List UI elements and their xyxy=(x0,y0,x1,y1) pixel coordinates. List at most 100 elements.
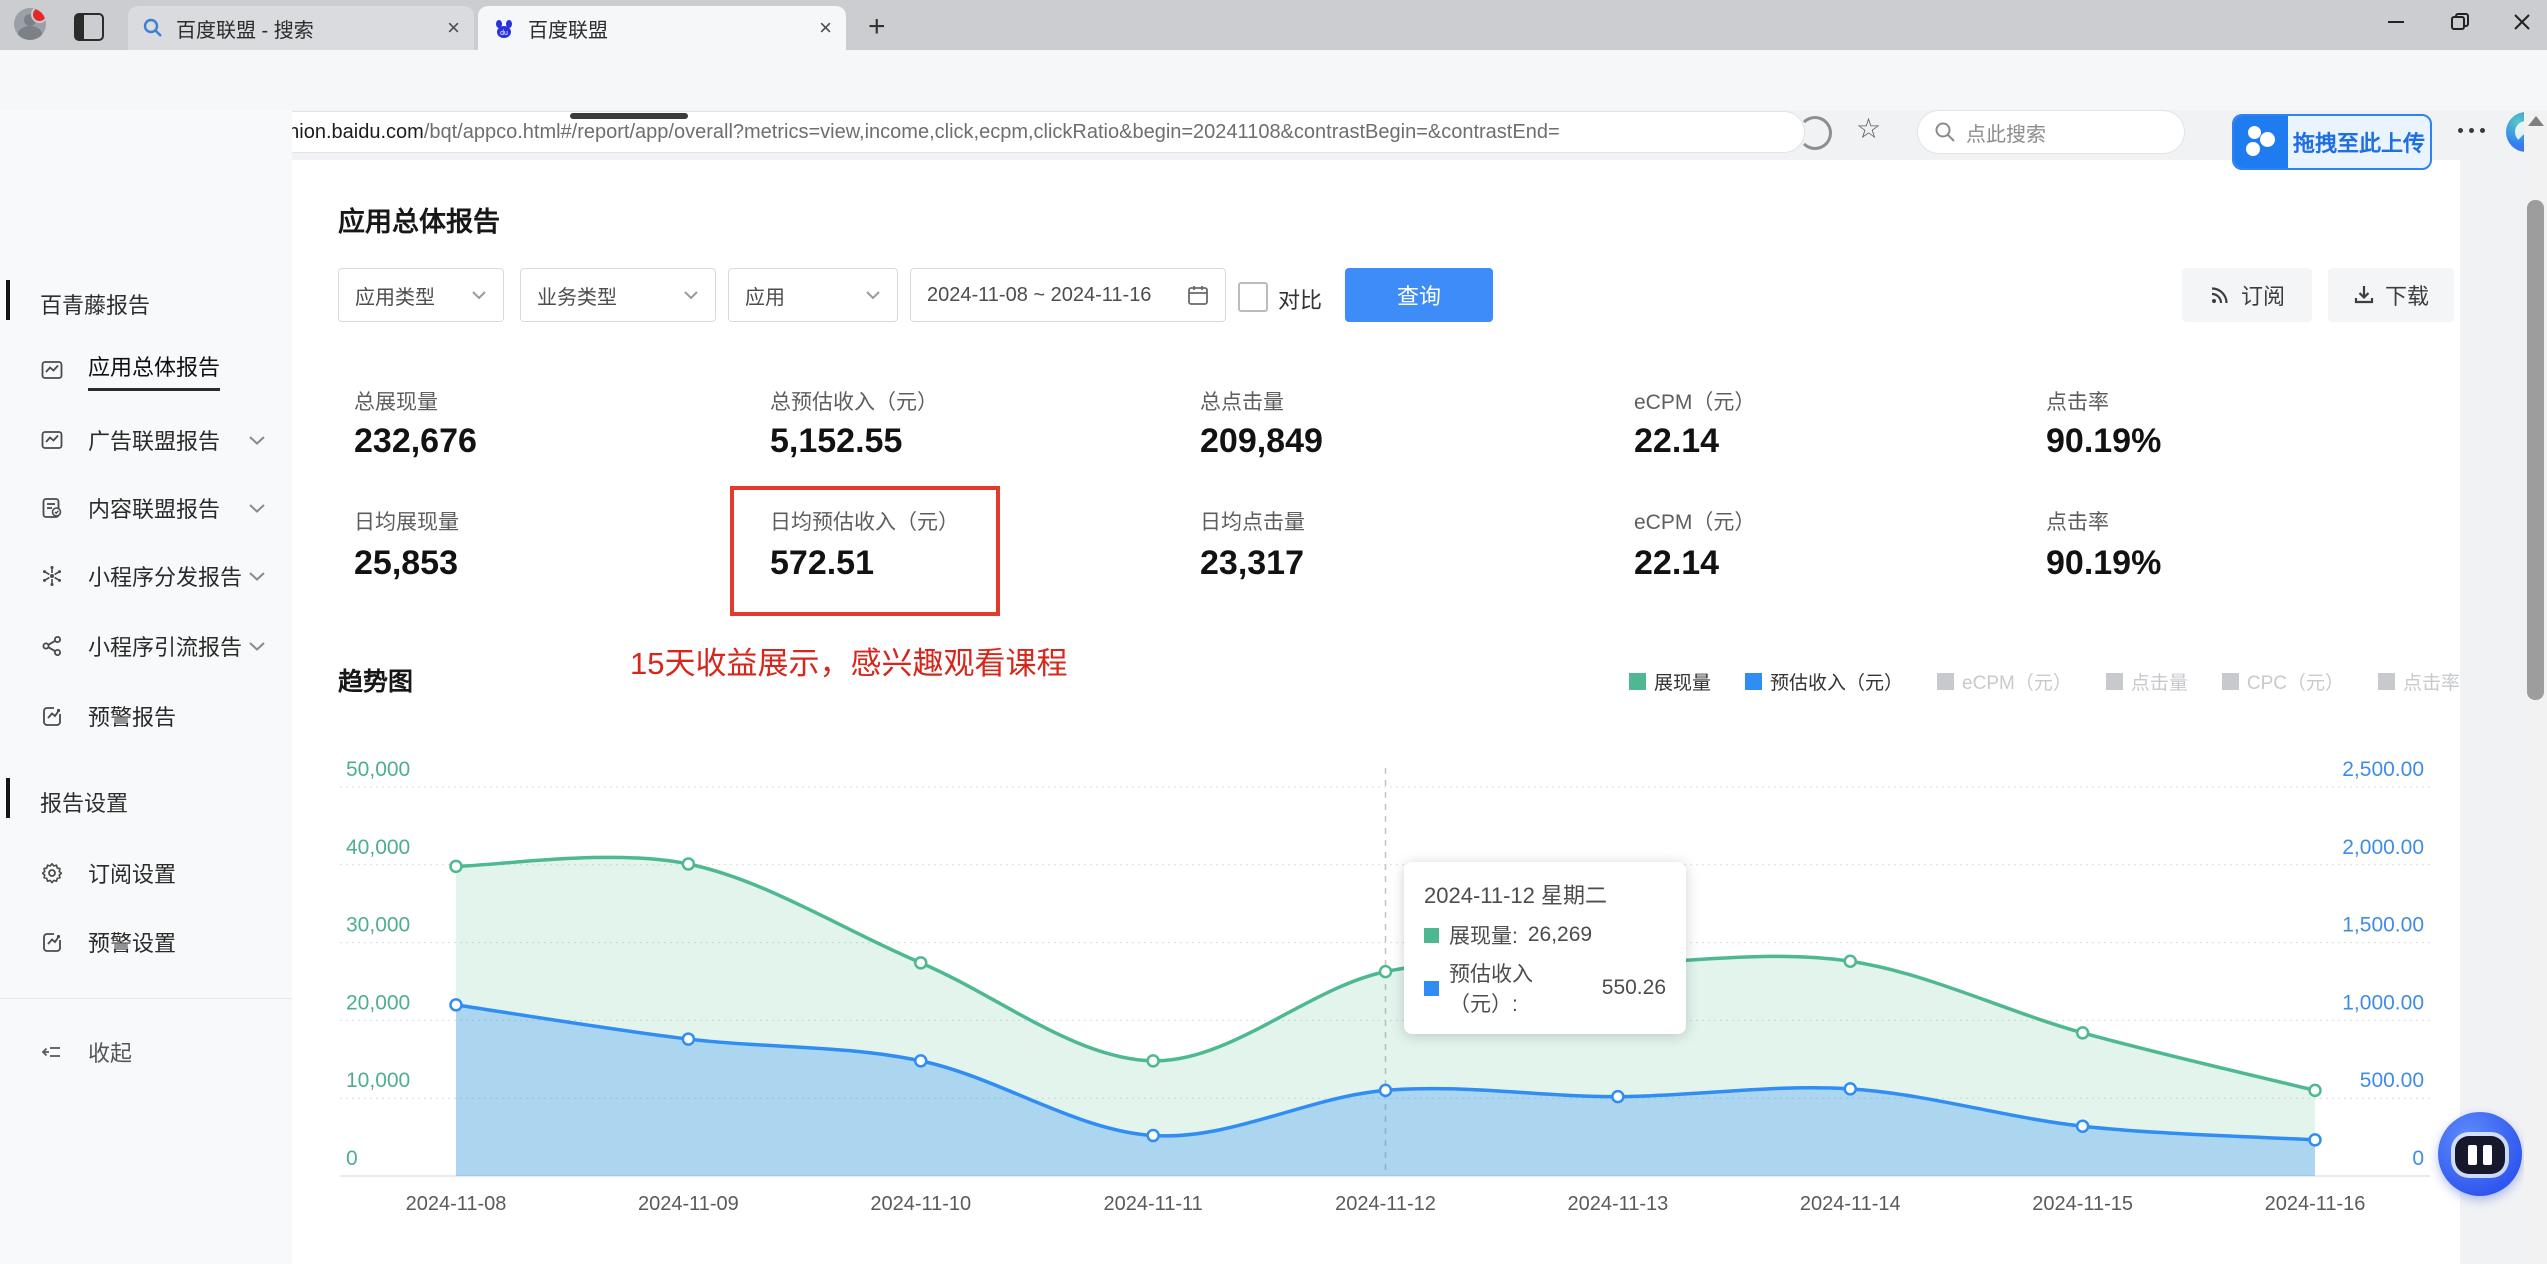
group-accent-bar xyxy=(6,778,10,818)
svg-text:2024-11-09: 2024-11-09 xyxy=(638,1193,739,1215)
legend-item-view[interactable]: 展现量 xyxy=(1629,668,1711,695)
svg-text:2024-11-15: 2024-11-15 xyxy=(2032,1193,2133,1215)
svg-text:2024-11-12: 2024-11-12 xyxy=(1335,1193,1436,1215)
group-accent-bar xyxy=(6,280,10,320)
rss-icon xyxy=(2211,287,2228,304)
legend-item-click[interactable]: 点击量 xyxy=(2105,668,2188,695)
query-button[interactable]: 查询 xyxy=(1345,268,1493,322)
netdisk-upload-badge[interactable]: 拖拽至此上传 xyxy=(2232,114,2432,170)
alert-report-icon xyxy=(43,933,61,952)
sidebar-collapse-button[interactable]: 收起 xyxy=(0,1017,292,1087)
biz-type-select[interactable]: 业务类型 xyxy=(520,268,716,322)
upload-badge-label: 拖拽至此上传 xyxy=(2292,131,2425,156)
notification-dot xyxy=(31,8,46,23)
stat-label: 点击率 xyxy=(2046,391,2109,414)
tab-title: 百度联盟 - 搜索 xyxy=(176,19,314,42)
subscribe-label: 订阅 xyxy=(2240,284,2285,309)
svg-text:2024-11-11: 2024-11-11 xyxy=(1103,1193,1202,1215)
floating-assistant-button[interactable] xyxy=(2438,1112,2522,1196)
svg-text:20,000: 20,000 xyxy=(346,991,410,1014)
search-favicon-icon xyxy=(143,18,162,37)
sidebar-item-content-union-report[interactable]: 内容联盟报告 xyxy=(0,473,292,543)
app-select[interactable]: 应用 xyxy=(728,268,898,322)
scrollbar-up-arrow[interactable] xyxy=(2528,116,2544,126)
legend-swatch xyxy=(2105,673,2123,690)
browser-tab-search[interactable]: 百度联盟 - 搜索 × xyxy=(128,6,474,50)
legend-swatch xyxy=(1937,673,1955,690)
app-type-select[interactable]: 应用类型 xyxy=(338,268,504,322)
stat-label: 日均点击量 xyxy=(1200,511,1305,534)
tab-indicator-bar xyxy=(570,113,688,119)
sidebar-item-miniapp-distribution-report[interactable]: 小程序分发报告 xyxy=(0,541,292,611)
sidebar-item-label: 预警设置 xyxy=(88,931,177,956)
reader-mode-icon[interactable] xyxy=(1798,116,1832,150)
tooltip-label: 预估收入（元）: xyxy=(1449,963,1533,1016)
favorite-star-icon[interactable]: ☆ xyxy=(1856,112,1881,145)
browser-tab-baidu-union[interactable]: du 百度联盟 × xyxy=(478,6,846,50)
window-minimize-button[interactable] xyxy=(2368,0,2424,44)
stat-label: 总预估收入（元） xyxy=(770,391,938,414)
profile-avatar[interactable] xyxy=(14,8,46,40)
sidebar-item-ad-union-report[interactable]: 广告联盟报告 xyxy=(0,405,292,475)
date-range-picker[interactable]: 2024-11-08 ~ 2024-11-16 xyxy=(910,268,1226,322)
svg-text:2,000.00: 2,000.00 xyxy=(2342,836,2424,859)
address-bar[interactable]: https://union.baidu.com/bqt/appco.html#/… xyxy=(160,111,1805,153)
browser-menu-icon[interactable] xyxy=(2458,128,2485,133)
sidebar-item-label: 小程序引流报告 xyxy=(88,635,243,660)
svg-text:1,500.00: 1,500.00 xyxy=(2342,914,2424,937)
legend-item-cpc[interactable]: CPC（元） xyxy=(2221,668,2344,695)
sidebar-item-app-overall-report[interactable]: 应用总体报告 xyxy=(0,335,292,405)
subscribe-button[interactable]: 订阅 xyxy=(2182,268,2312,322)
legend-item-income[interactable]: 预估收入（元） xyxy=(1745,668,1903,695)
page-title: 应用总体报告 xyxy=(338,207,500,237)
calendar-icon xyxy=(1188,286,1208,305)
baidu-favicon-icon: du xyxy=(496,20,512,38)
tab-search-icon[interactable] xyxy=(74,13,104,41)
stat-value: 232,676 xyxy=(354,422,477,460)
tab-close-icon[interactable]: × xyxy=(819,15,832,41)
tooltip-label: 展现量: xyxy=(1449,925,1518,948)
tooltip-title: 2024-11-12 星期二 xyxy=(1424,883,1608,908)
svg-text:2024-11-14: 2024-11-14 xyxy=(1800,1193,1901,1215)
legend-item-ecpm[interactable]: eCPM（元） xyxy=(1937,668,2072,695)
legend-swatch xyxy=(2377,673,2395,690)
download-button[interactable]: 下载 xyxy=(2328,268,2454,322)
scrollbar-thumb[interactable] xyxy=(2527,200,2544,700)
svg-text:500.00: 500.00 xyxy=(2360,1069,2424,1092)
legend-label: CPC（元） xyxy=(2246,673,2344,694)
sidebar-item-alert-settings[interactable]: 预警设置 xyxy=(0,907,292,977)
sidebar-item-subscribe-settings[interactable]: 订阅设置 xyxy=(0,838,292,908)
download-label: 下载 xyxy=(2384,284,2429,309)
legend-swatch xyxy=(1629,673,1647,690)
tooltip-swatch xyxy=(1424,980,1439,996)
new-tab-button[interactable]: + xyxy=(868,10,886,44)
stat-value: 25,853 xyxy=(354,544,458,582)
legend-label: 展现量 xyxy=(1654,673,1712,694)
app-type-value: 应用类型 xyxy=(355,286,435,309)
search-icon xyxy=(1935,122,1955,142)
stat-label: eCPM（元） xyxy=(1634,391,1756,414)
chevron-down-icon xyxy=(684,291,698,300)
chevron-down-icon xyxy=(249,504,265,513)
trend-chart[interactable]: 0 0 10,000 500.00 20,000 1,000.00 30,000 1,500.… xyxy=(300,740,2460,1230)
chevron-down-icon xyxy=(472,291,486,300)
window-close-button[interactable] xyxy=(2494,0,2547,44)
svg-text:du: du xyxy=(500,30,508,37)
tab-close-icon[interactable]: × xyxy=(447,15,460,41)
stat-label: 点击率 xyxy=(2046,511,2109,534)
sidebar-item-miniapp-traffic-report[interactable]: 小程序引流报告 xyxy=(0,611,292,681)
quick-search-box[interactable]: 点此搜索 xyxy=(1917,110,2185,154)
compare-checkbox[interactable] xyxy=(1238,282,1268,312)
sidebar-item-label: 收起 xyxy=(88,1041,133,1066)
stat-value: 5,152.55 xyxy=(770,422,903,460)
window-restore-button[interactable] xyxy=(2432,0,2488,44)
tooltip-row-income: 预估收入（元）: 550.26 xyxy=(1424,958,1666,1018)
sidebar-item-label: 应用总体报告 xyxy=(88,350,221,391)
legend-item-ctr[interactable]: 点击率 xyxy=(2377,668,2460,695)
svg-text:2024-11-16: 2024-11-16 xyxy=(2265,1193,2366,1215)
chart-legend: 展现量 预估收入（元） eCPM（元） 点击量 CPC（元） 点击率 xyxy=(1629,668,2460,695)
url-text: https://union.baidu.com/bqt/appco.html#/… xyxy=(217,120,1560,143)
chart-tooltip: 2024-11-12 星期二 展现量: 26,269 预估收入（元）: 550.… xyxy=(1404,862,1686,1034)
svg-text:2024-11-08: 2024-11-08 xyxy=(406,1193,507,1215)
sidebar-item-alert-report[interactable]: 预警报告 xyxy=(0,681,292,751)
